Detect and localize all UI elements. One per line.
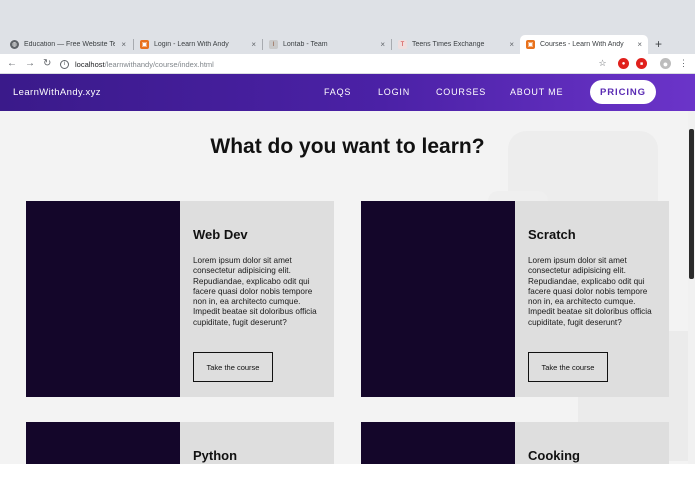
- browser-tab-courses[interactable]: ▣ Courses - Learn With Andy ×: [520, 35, 648, 54]
- course-description: Lorem ipsum dolor sit amet consectetur a…: [193, 256, 317, 327]
- menu-kebab-icon[interactable]: ⋮: [678, 58, 689, 69]
- forward-icon[interactable]: →: [25, 57, 35, 71]
- course-title: Web Dev: [193, 227, 248, 242]
- course-title: Python: [193, 448, 238, 463]
- course-thumbnail: [26, 422, 180, 464]
- tab-label: Education — Free Website Tem: [24, 41, 116, 48]
- brand-logo[interactable]: LearnWithAndy.xyz: [13, 74, 101, 111]
- main-content: What do you want to learn? Web Dev Lorem…: [0, 111, 688, 464]
- lontab-favicon-icon: l: [269, 40, 278, 49]
- info-icon[interactable]: i: [60, 59, 69, 69]
- browser-tab-teens-times[interactable]: T Teens Times Exchange ×: [392, 35, 520, 54]
- back-icon[interactable]: ←: [7, 57, 17, 71]
- nav-link-login[interactable]: LOGIN: [378, 74, 410, 111]
- page-scrollbar[interactable]: [688, 111, 695, 464]
- tab-label: Courses - Learn With Andy: [540, 41, 624, 48]
- page-title: What do you want to learn?: [210, 135, 485, 158]
- close-icon[interactable]: ×: [380, 40, 385, 49]
- tab-label: Teens Times Exchange: [412, 41, 485, 48]
- site-navbar: LearnWithAndy.xyz FAQS LOGIN COURSES ABO…: [0, 74, 695, 111]
- browser-tab-login[interactable]: ▣ Login - Learn With Andy ×: [134, 35, 262, 54]
- site-favicon-icon: ▣: [526, 40, 535, 49]
- new-tab-button[interactable]: +: [655, 35, 662, 54]
- close-icon[interactable]: ×: [121, 40, 126, 49]
- course-title: Scratch: [528, 227, 576, 242]
- close-icon[interactable]: ×: [637, 40, 642, 49]
- nav-link-about-me[interactable]: ABOUT ME: [510, 74, 563, 111]
- course-card-cooking: Cooking: [361, 422, 669, 464]
- profile-avatar-icon[interactable]: ●: [660, 58, 671, 69]
- course-description: Lorem ipsum dolor sit amet consectetur a…: [528, 256, 652, 327]
- course-thumbnail: [361, 201, 515, 397]
- browser-toolbar: ← → ↻ i localhost/learnwithandy/course/i…: [0, 54, 695, 74]
- url-host: localhost: [75, 59, 105, 69]
- course-thumbnail: [361, 422, 515, 464]
- nav-link-faqs[interactable]: FAQS: [324, 74, 351, 111]
- url-path: /learnwithandy/course/index.html: [104, 59, 214, 69]
- course-card-web-dev: Web Dev Lorem ipsum dolor sit amet conse…: [26, 201, 334, 397]
- extension-icon[interactable]: ●: [618, 58, 629, 69]
- tab-label: Lontab - Team: [283, 41, 328, 48]
- browser-tab-education[interactable]: ◍ Education — Free Website Tem ×: [4, 35, 132, 54]
- scrollbar-thumb[interactable]: [689, 129, 694, 279]
- tab-label: Login - Learn With Andy: [154, 41, 229, 48]
- pricing-button[interactable]: PRICING: [590, 80, 656, 104]
- course-card-scratch: Scratch Lorem ipsum dolor sit amet conse…: [361, 201, 669, 397]
- bookmark-star-icon[interactable]: ☆: [597, 58, 608, 69]
- nav-link-courses[interactable]: COURSES: [436, 74, 486, 111]
- browser-tab-strip: ◍ Education — Free Website Tem × ▣ Login…: [0, 0, 695, 54]
- site-favicon-icon: ▣: [140, 40, 149, 49]
- reload-icon[interactable]: ↻: [43, 57, 51, 71]
- take-course-button[interactable]: Take the course: [528, 352, 608, 382]
- course-thumbnail: [26, 201, 180, 397]
- course-card-python: Python: [26, 422, 334, 464]
- tte-favicon-icon: T: [398, 40, 407, 49]
- globe-icon: ◍: [10, 40, 19, 49]
- page-margin: [0, 464, 695, 494]
- browser-tab-lontab[interactable]: l Lontab - Team ×: [263, 35, 391, 54]
- close-icon[interactable]: ×: [509, 40, 514, 49]
- take-course-button[interactable]: Take the course: [193, 352, 273, 382]
- course-title: Cooking: [528, 448, 580, 463]
- adblock-icon[interactable]: ■: [636, 58, 647, 69]
- close-icon[interactable]: ×: [251, 40, 256, 49]
- address-bar[interactable]: i localhost/learnwithandy/course/index.h…: [60, 56, 620, 72]
